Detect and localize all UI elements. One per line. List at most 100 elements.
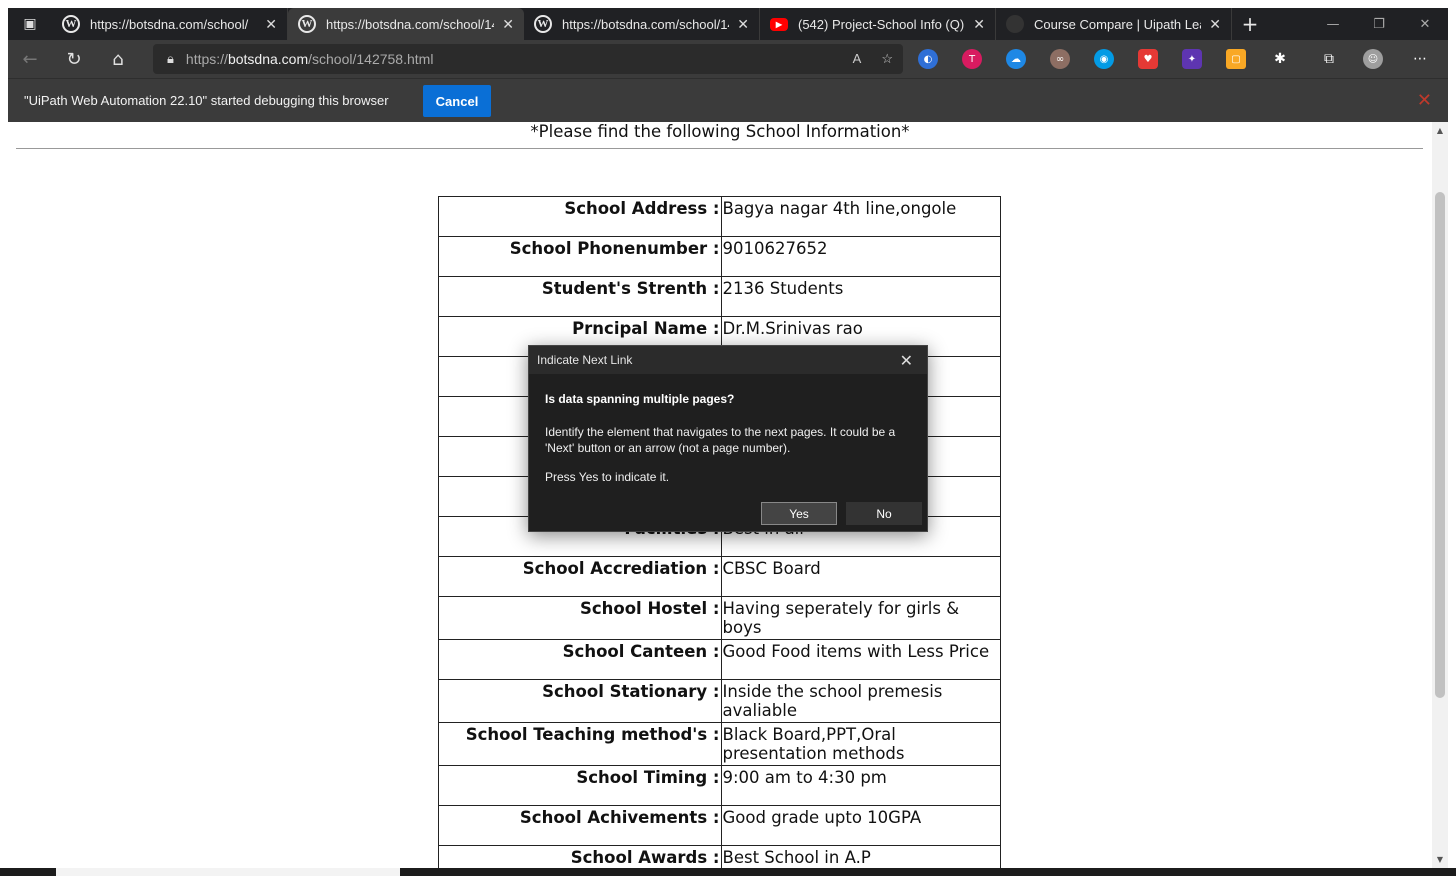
window-controls: — ❐ ✕ xyxy=(1310,8,1448,40)
close-tab-icon[interactable]: ✕ xyxy=(973,16,985,33)
field-value: 9:00 am to 4:30 pm xyxy=(720,765,1001,806)
url-host: botsdna.com xyxy=(227,51,309,67)
more-menu-icon[interactable]: ⋯ xyxy=(1410,49,1430,69)
close-tab-icon[interactable]: ✕ xyxy=(265,16,277,33)
field-value: 9010627652 xyxy=(720,236,1001,277)
pocket-icon[interactable]: ♥ xyxy=(1138,49,1158,69)
field-value: Black Board,PPT,Oral presentation method… xyxy=(720,722,1001,766)
extension-icon[interactable]: ▢ xyxy=(1226,49,1246,69)
page-heading: *Please find the following School Inform… xyxy=(530,122,910,141)
field-label: School Accrediation : xyxy=(438,556,722,597)
address-bar[interactable]: 🔒︎ https://botsdna.com/school/142758.htm… xyxy=(153,44,903,74)
table-row: School Stationary : Inside the school pre… xyxy=(438,679,1001,723)
table-row: School Timing :9:00 am to 4:30 pm xyxy=(438,765,1001,806)
favorite-star-icon[interactable]: ☆ xyxy=(881,51,893,67)
tab-actions-icon[interactable]: ▣ xyxy=(8,8,52,40)
extension-icon[interactable]: T xyxy=(962,49,982,69)
field-value: Having seperately for girls & boys xyxy=(720,596,1001,640)
close-tab-icon[interactable]: ✕ xyxy=(1209,16,1221,33)
field-value: Bagya nagar 4th line,ongole xyxy=(720,196,1001,237)
table-row: Student's Strenth :2136 Students xyxy=(438,276,1001,317)
extension-icon[interactable]: ◐ xyxy=(918,49,938,69)
page-scrollbar[interactable]: ▲ ▼ xyxy=(1432,122,1448,868)
tab-title: (542) Project-School Info (Q) - Ir xyxy=(798,16,966,32)
field-value: 2136 Students xyxy=(720,276,1001,317)
table-row: School Teaching method's : Black Board,PP… xyxy=(438,722,1001,766)
field-label: School Stationary : xyxy=(438,679,722,723)
scroll-down-icon[interactable]: ▼ xyxy=(1432,855,1448,864)
close-tab-icon[interactable]: ✕ xyxy=(502,16,514,33)
dialog-description: Identify the element that navigates to t… xyxy=(545,425,896,455)
field-label: School Canteen : xyxy=(438,639,722,680)
extension-icon[interactable]: ✦ xyxy=(1182,49,1202,69)
tab-title: Course Compare | Uipath Learni xyxy=(1034,16,1201,32)
field-label: School Awards : xyxy=(438,845,722,868)
scroll-up-icon[interactable]: ▲ xyxy=(1432,126,1448,135)
wordpress-icon: W xyxy=(534,15,552,33)
avatar[interactable]: ☺ xyxy=(1363,49,1383,69)
wordpress-icon: W xyxy=(62,15,80,33)
tab-3[interactable]: ▶ (542) Project-School Info (Q) - Ir ✕ xyxy=(760,8,996,40)
field-value: CBSC Board xyxy=(720,556,1001,597)
tab-bar: ▣ W https://botsdna.com/school/ ✕ W http… xyxy=(8,8,1448,40)
field-label: School Phonenumber : xyxy=(438,236,722,277)
taskbar xyxy=(0,868,1456,876)
tab-title: https://botsdna.com/school/142 xyxy=(326,16,495,32)
field-value: Good grade upto 10GPA xyxy=(720,805,1001,846)
close-window-icon[interactable]: ✕ xyxy=(1402,8,1448,40)
cancel-debugging-button[interactable]: Cancel xyxy=(423,85,491,117)
lock-icon[interactable]: 🔒︎ xyxy=(167,51,174,67)
table-row: School Achivements : Good grade upto 10GP… xyxy=(438,805,1001,846)
tab-2[interactable]: W https://botsdna.com/school/142 ✕ xyxy=(524,8,760,40)
field-label: School Hostel : xyxy=(438,596,722,640)
scrollbar-thumb[interactable] xyxy=(1435,192,1445,698)
no-button[interactable]: No xyxy=(846,502,922,525)
extension-icon[interactable]: ◉ xyxy=(1094,49,1114,69)
extension-icon[interactable]: ☁ xyxy=(1006,49,1026,69)
field-label: School Timing : xyxy=(438,765,722,806)
restore-icon[interactable]: ❐ xyxy=(1356,8,1402,40)
new-tab-button[interactable]: + xyxy=(1232,8,1268,40)
field-label: School Address : xyxy=(438,196,722,237)
tab-title: https://botsdna.com/school/ xyxy=(90,16,249,32)
field-label: School Achivements : xyxy=(438,805,722,846)
extension-icon[interactable]: ∞ xyxy=(1050,49,1070,69)
url-scheme: https:// xyxy=(185,51,228,67)
table-row: School Hostel : Having seperately for gir… xyxy=(438,596,1001,640)
extensions-puzzle-icon[interactable]: ✱ xyxy=(1270,49,1290,69)
read-aloud-icon[interactable]: A xyxy=(853,51,862,67)
table-row: School Address : Bagya nagar 4th line,ong… xyxy=(438,196,1001,237)
yes-button[interactable]: Yes xyxy=(761,502,837,525)
school-info-table: School Address : Bagya nagar 4th line,ong… xyxy=(438,196,1001,868)
taskbar-search[interactable] xyxy=(56,868,400,876)
close-dialog-icon[interactable]: ✕ xyxy=(900,351,913,371)
field-label: School Teaching method's : xyxy=(438,722,722,766)
tab-0[interactable]: W https://botsdna.com/school/ ✕ xyxy=(52,8,288,40)
table-row: School Phonenumber :9010627652 xyxy=(438,236,1001,277)
home-icon[interactable]: ⌂ xyxy=(96,40,140,78)
field-value: Inside the school premesis avaliable xyxy=(720,679,1001,723)
tab-4[interactable]: Course Compare | Uipath Learni ✕ xyxy=(996,8,1232,40)
tab-title: https://botsdna.com/school/142 xyxy=(562,16,730,32)
divider xyxy=(16,148,1423,149)
back-icon[interactable]: ← xyxy=(8,40,52,78)
field-label: Student's Strenth : xyxy=(438,276,722,317)
wordpress-icon: W xyxy=(298,15,316,33)
navigation-bar: ← ↻ ⌂ 🔒︎ https://botsdna.com/school/1427… xyxy=(8,40,1448,78)
table-row: School Awards : Best School in A.P xyxy=(438,845,1001,868)
uipath-icon xyxy=(1006,15,1024,33)
collections-icon[interactable]: ⧉ xyxy=(1319,49,1339,69)
debugging-infobar: "UiPath Web Automation 22.10" started de… xyxy=(8,78,1448,122)
minimize-icon[interactable]: — xyxy=(1310,8,1356,40)
dialog-question: Is data spanning multiple pages? xyxy=(545,392,735,406)
indicate-next-link-dialog: Indicate Next Link ✕ Is data spanning mu… xyxy=(528,345,928,532)
youtube-icon: ▶ xyxy=(770,17,788,31)
close-infobar-icon[interactable]: ✕ xyxy=(1417,90,1432,111)
table-row: School Accrediation : CBSC Board xyxy=(438,556,1001,597)
close-tab-icon[interactable]: ✕ xyxy=(737,16,749,33)
tab-1[interactable]: W https://botsdna.com/school/142 ✕ xyxy=(288,8,524,40)
refresh-icon[interactable]: ↻ xyxy=(52,40,96,78)
table-row: School Canteen : Good Food items with Les… xyxy=(438,639,1001,680)
dialog-instruction: Press Yes to indicate it. xyxy=(545,470,670,484)
debugging-message: "UiPath Web Automation 22.10" started de… xyxy=(24,93,389,108)
